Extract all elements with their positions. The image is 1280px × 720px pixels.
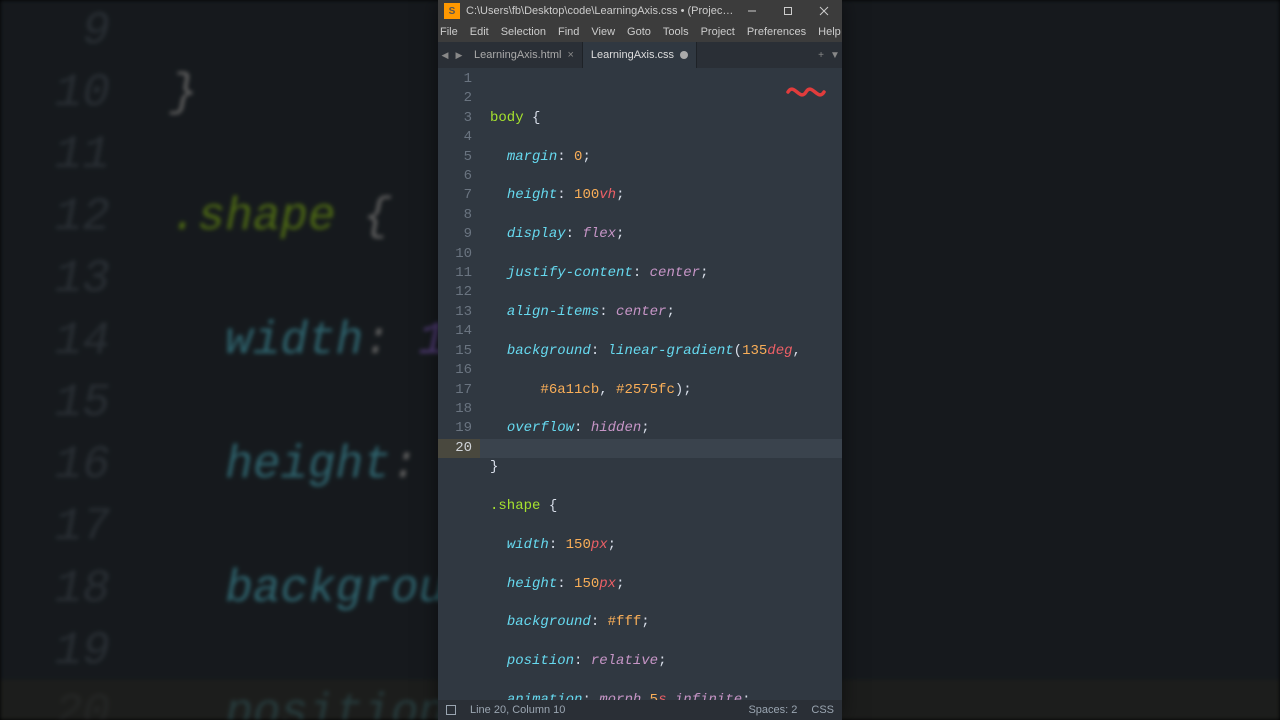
tabbar: ◀ ▶ LearningAxis.html × LearningAxis.css… — [438, 42, 842, 68]
tab-dirty-icon — [680, 51, 688, 59]
menu-file[interactable]: File — [440, 24, 464, 40]
status-position[interactable]: Line 20, Column 10 — [470, 704, 565, 716]
menu-tools[interactable]: Tools — [657, 24, 695, 40]
window-title: C:\Users\fb\Desktop\code\LearningAxis.cs… — [466, 5, 734, 17]
menu-find[interactable]: Find — [552, 24, 585, 40]
menubar: File Edit Selection Find View Goto Tools… — [438, 22, 842, 42]
maximize-button[interactable] — [770, 0, 806, 22]
line-gutter: 1234567 891011121314151617181920 — [438, 68, 480, 700]
panel-toggle-icon[interactable] — [446, 705, 456, 715]
tab-menu-button[interactable]: ▼ — [828, 42, 842, 68]
new-tab-button[interactable]: + — [814, 42, 828, 68]
app-icon: S — [444, 3, 460, 19]
status-spaces[interactable]: Spaces: 2 — [748, 704, 797, 716]
minimize-button[interactable] — [734, 0, 770, 22]
menu-preferences[interactable]: Preferences — [741, 24, 812, 40]
menu-project[interactable]: Project — [695, 24, 741, 40]
status-syntax[interactable]: CSS — [811, 704, 834, 716]
code-editor[interactable]: 1234567 891011121314151617181920 body { … — [438, 68, 842, 700]
editor-window: S C:\Users\fb\Desktop\code\LearningAxis.… — [438, 0, 842, 720]
nav-back-button[interactable]: ◀ — [438, 42, 452, 68]
tab-close-icon[interactable]: × — [567, 49, 573, 61]
menu-edit[interactable]: Edit — [464, 24, 495, 40]
menu-help[interactable]: Help — [812, 24, 847, 40]
code-area[interactable]: body { margin: 0; height: 100vh; display… — [480, 68, 842, 700]
tab-learningaxis-css[interactable]: LearningAxis.css — [583, 42, 697, 68]
tab-learningaxis-html[interactable]: LearningAxis.html × — [466, 42, 583, 68]
menu-goto[interactable]: Goto — [621, 24, 657, 40]
statusbar: Line 20, Column 10 Spaces: 2 CSS — [438, 700, 842, 720]
close-button[interactable] — [806, 0, 842, 22]
menu-selection[interactable]: Selection — [495, 24, 552, 40]
nav-fwd-button[interactable]: ▶ — [452, 42, 466, 68]
menu-view[interactable]: View — [585, 24, 621, 40]
logo-icon — [784, 80, 828, 104]
titlebar: S C:\Users\fb\Desktop\code\LearningAxis.… — [438, 0, 842, 22]
tab-label: LearningAxis.css — [591, 49, 674, 61]
tab-label: LearningAxis.html — [474, 49, 561, 61]
